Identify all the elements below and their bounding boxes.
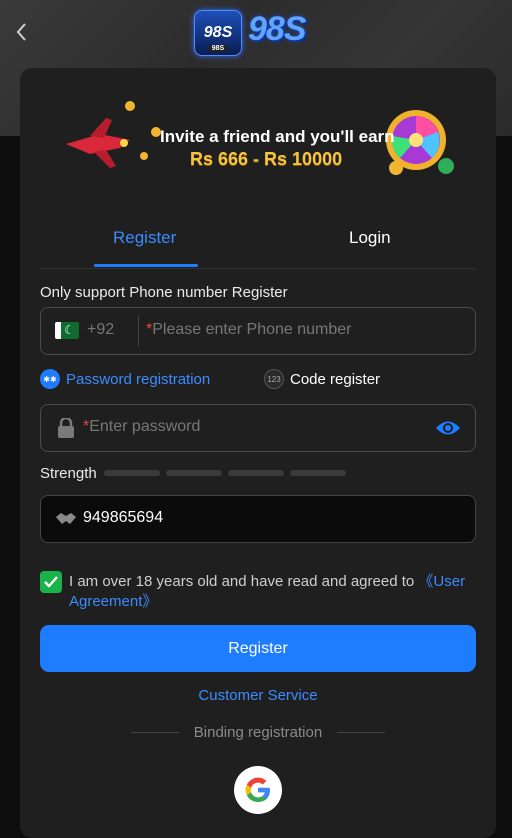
auth-tabs: Register Login	[40, 218, 476, 269]
register-button[interactable]: Register	[40, 625, 476, 672]
strength-bar-2	[166, 470, 222, 476]
strength-bar-1	[104, 470, 160, 476]
banner-headline: Invite a friend and you'll earn	[160, 127, 395, 146]
app-logo-badge: 98S 98S	[194, 10, 242, 56]
register-card: Invite a friend and you'll earn Rs 666 -…	[20, 68, 496, 838]
handshake-icon	[56, 513, 76, 524]
active-tab-indicator	[94, 264, 198, 267]
tab-register[interactable]: Register	[113, 228, 176, 248]
pakistan-flag-icon[interactable]: ☾	[55, 322, 79, 339]
code-register-option[interactable]: 123 Code register	[264, 369, 380, 389]
back-arrow-icon[interactable]	[12, 20, 32, 44]
check-icon	[44, 576, 58, 588]
register-note: Only support Phone number Register	[40, 284, 288, 301]
app-logo-wordmark: 98S	[248, 10, 307, 48]
strength-bar-4	[290, 470, 346, 476]
password-input[interactable]: *Enter password	[83, 418, 200, 436]
phone-field[interactable]: ☾ +92 *Please enter Phone number	[40, 307, 476, 355]
field-divider	[138, 316, 139, 346]
code-option-icon: 123	[264, 369, 284, 389]
eye-icon[interactable]	[435, 419, 461, 437]
strength-bar-3	[228, 470, 284, 476]
lock-icon	[58, 418, 74, 438]
phone-input[interactable]: *Please enter Phone number	[146, 321, 351, 339]
strength-label: Strength	[40, 465, 97, 482]
password-field[interactable]: *Enter password	[40, 404, 476, 452]
binding-registration-label: Binding registration	[193, 724, 323, 741]
invite-code-field[interactable]: 949865694	[40, 495, 476, 543]
country-code[interactable]: +92	[87, 321, 114, 339]
agreement-checkbox[interactable]	[40, 571, 62, 593]
banner-reward: Rs 666 - Rs 10000	[190, 149, 343, 169]
password-option-icon: ✱✱	[40, 369, 60, 389]
google-login-button[interactable]	[234, 766, 282, 814]
customer-service-link[interactable]: Customer Service	[20, 687, 496, 704]
plane-icon	[66, 118, 130, 168]
google-icon	[245, 777, 270, 802]
agreement-text: I am over 18 years old and have read and…	[69, 573, 466, 610]
binding-line-right	[337, 732, 385, 733]
tab-login[interactable]: Login	[349, 228, 391, 248]
invite-banner[interactable]: Invite a friend and you'll earn Rs 666 -…	[60, 96, 456, 184]
prize-wheel-icon	[386, 110, 446, 170]
password-registration-option[interactable]: ✱✱ Password registration	[40, 369, 210, 389]
invite-code-input[interactable]: 949865694	[83, 509, 163, 527]
